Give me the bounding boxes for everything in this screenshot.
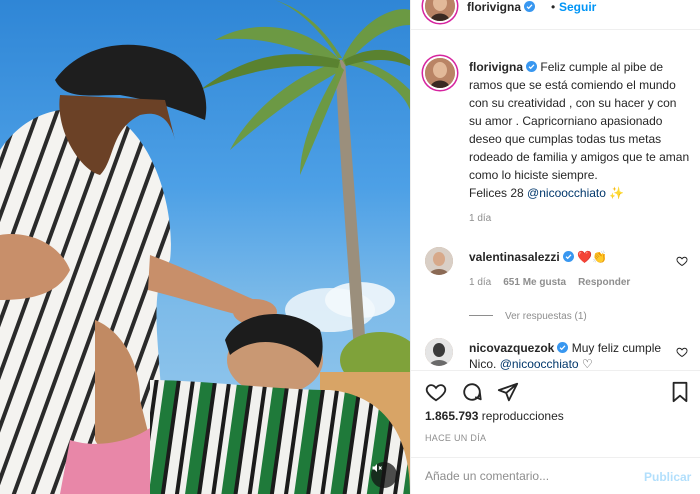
caption-username[interactable]: florivigna [469, 60, 523, 74]
follow-button[interactable]: Seguir [559, 0, 596, 14]
caption-body-2: Felices 28 [469, 186, 524, 200]
publish-button[interactable]: Publicar [644, 470, 691, 484]
verified-badge-icon [562, 251, 574, 262]
post-date[interactable]: HACE UN DÍA [425, 433, 486, 443]
views-count[interactable]: 1.865.793 reproducciones [425, 409, 564, 423]
header-separator: • [551, 0, 556, 14]
comment-username[interactable]: valentinasalezzi [469, 250, 560, 264]
comment-text: nicovazquezok Muy feliz cumple Nico. @ni… [469, 340, 669, 372]
reply-button[interactable]: Responder [578, 277, 630, 288]
mute-toggle-button[interactable] [371, 462, 397, 488]
caption-author-avatar[interactable] [425, 58, 455, 88]
post-header: florivigna • Seguir [411, 0, 700, 30]
author-username[interactable]: florivigna [467, 0, 536, 14]
author-avatar[interactable] [425, 0, 455, 21]
add-comment-bar: Publicar [411, 457, 700, 494]
view-replies-button[interactable]: Ver respuestas (1) [469, 311, 587, 322]
bookmark-icon[interactable] [669, 381, 691, 403]
caption-body: Feliz cumple al pibe de ramos que se est… [469, 60, 690, 182]
commenter-avatar[interactable] [425, 338, 453, 366]
speaker-muted-icon [372, 464, 382, 472]
verified-badge-icon [526, 61, 538, 72]
comment-username[interactable]: nicovazquezok [469, 341, 554, 355]
replies-divider [469, 315, 493, 316]
paper-plane-icon[interactable] [497, 381, 519, 403]
caption-text: florivigna Feliz cumple al pibe de ramos… [469, 58, 691, 202]
comment-bubble-icon[interactable] [461, 381, 483, 403]
caption-timestamp[interactable]: 1 día [469, 213, 491, 224]
heart-icon[interactable] [425, 381, 447, 403]
sparkles-icon: ✨ [609, 186, 625, 200]
video-frame [0, 0, 410, 494]
views-label: reproducciones [481, 409, 564, 423]
view-replies-label: Ver respuestas (1) [505, 311, 587, 322]
comment-emoji: ❤️👏 [577, 250, 607, 264]
comment-mention-link[interactable]: @nicoocchiato [500, 357, 579, 371]
heart-outline-emoji: ♡ [581, 357, 593, 371]
post-media-video[interactable] [0, 0, 410, 494]
comment-meta: 1 día 651 Me gusta Responder [469, 277, 642, 288]
post-side-panel: florivigna • Seguir florivigna Feliz cum… [410, 0, 700, 494]
comment-text: valentinasalezzi ❤️👏 [469, 249, 669, 265]
views-number: 1.865.793 [425, 409, 479, 423]
caption-mention-link[interactable]: @nicoocchiato [527, 186, 606, 200]
verified-badge-icon [524, 1, 536, 12]
comment-likes-count[interactable]: 651 Me gusta [503, 277, 566, 288]
heart-icon[interactable] [676, 346, 688, 358]
commenter-avatar[interactable] [425, 247, 453, 275]
comment-timestamp[interactable]: 1 día [469, 277, 491, 288]
heart-icon[interactable] [676, 255, 688, 267]
verified-badge-icon [557, 342, 569, 353]
comment-input[interactable] [425, 467, 635, 485]
